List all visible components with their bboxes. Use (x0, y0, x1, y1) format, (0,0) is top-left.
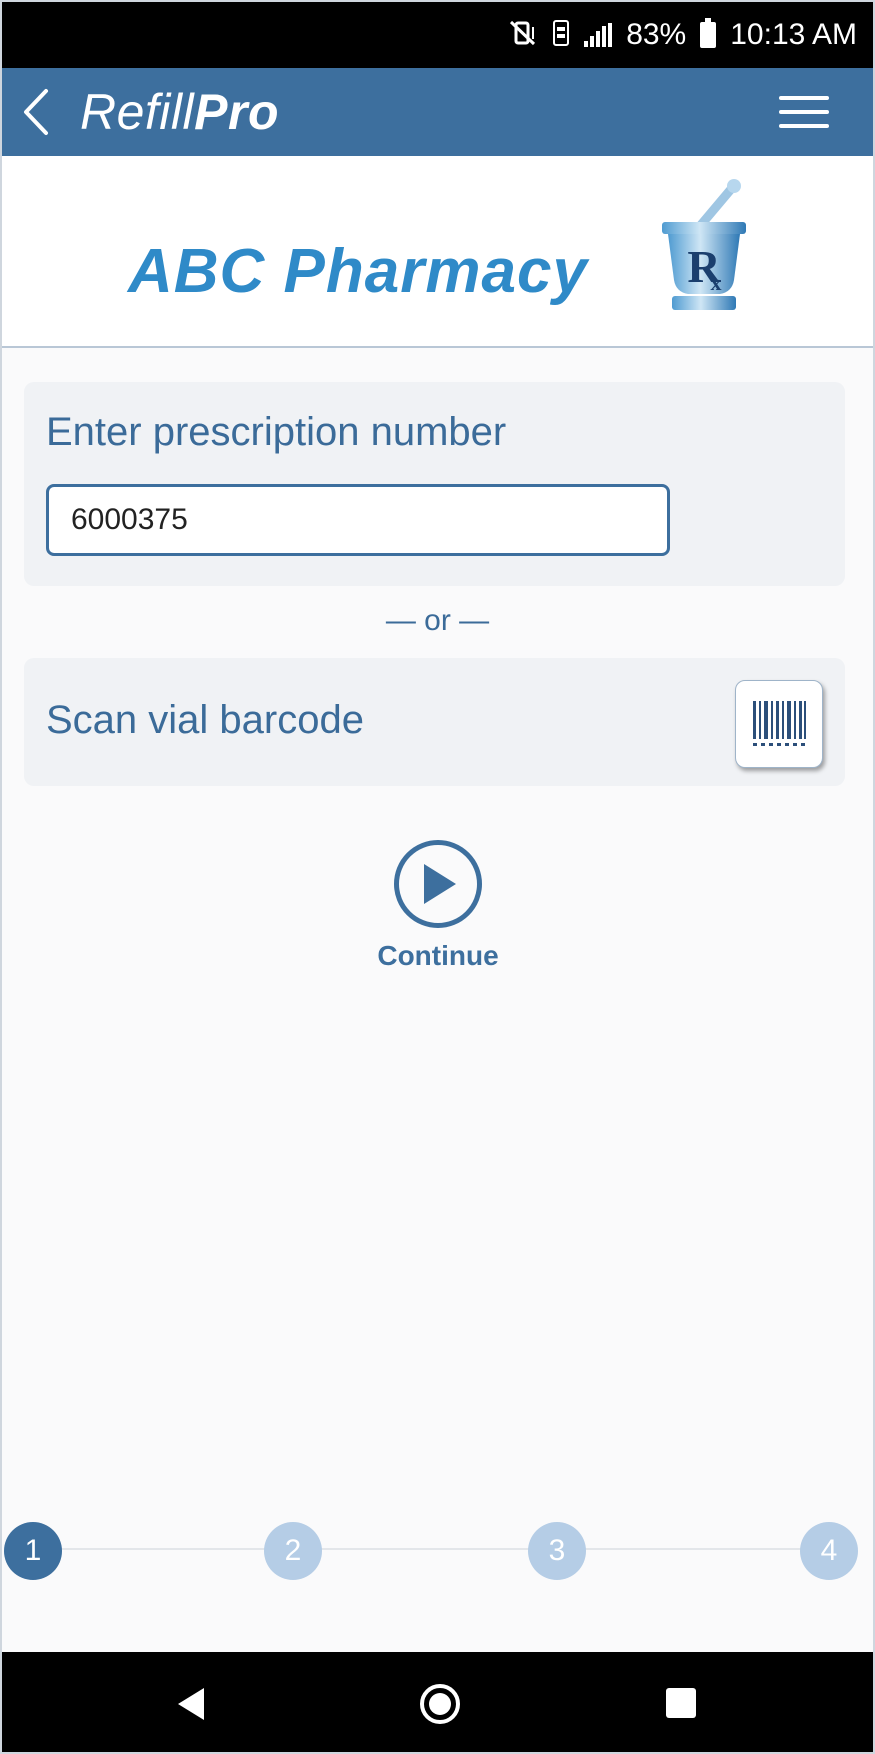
system-nav-bar (2, 1652, 873, 1752)
step-1: 1 (4, 1522, 62, 1580)
step-3: 3 (528, 1522, 586, 1580)
pharmacy-name: ABC Pharmacy (128, 237, 588, 306)
step-2: 2 (264, 1522, 322, 1580)
continue-button[interactable]: Continue (368, 840, 508, 980)
mute-vibrate-icon (508, 19, 538, 51)
status-bar: 83% 10:13 AM (2, 2, 873, 68)
scan-card[interactable]: Scan vial barcode (24, 658, 845, 786)
scan-barcode-button[interactable] (735, 680, 823, 768)
play-circle-icon (394, 840, 482, 928)
battery-icon (700, 18, 717, 48)
nfc-icon (552, 19, 570, 51)
signal-icon (584, 23, 613, 47)
nav-home-icon[interactable] (420, 1684, 460, 1724)
scan-title: Scan vial barcode (46, 698, 364, 742)
app-title-bold: Pro (194, 84, 279, 140)
app-title: RefillPro (80, 83, 279, 141)
step-4: 4 (800, 1522, 858, 1580)
stepper-track (32, 1548, 832, 1550)
mortar-pestle-rx-icon: R x (662, 179, 746, 310)
barcode-icon (753, 701, 806, 746)
or-divider: — or — (385, 604, 490, 637)
prescription-card: Enter prescription number (24, 382, 845, 586)
app-header: RefillPro (2, 68, 873, 156)
svg-text:x: x (711, 270, 722, 295)
app-title-light: Refill (80, 84, 195, 140)
continue-label: Continue (377, 940, 499, 971)
hamburger-menu-icon[interactable] (779, 90, 829, 134)
prescription-title: Enter prescription number (46, 410, 507, 454)
chevron-left-icon (24, 89, 48, 135)
nav-recent-apps-icon[interactable] (666, 1688, 696, 1718)
nav-back-icon[interactable] (174, 1686, 210, 1722)
clock: 10:13 AM (730, 18, 857, 51)
phone-screen: 83% 10:13 AM RefillPro ABC Pharmacy R x … (0, 0, 875, 1754)
back-button[interactable] (6, 68, 66, 156)
battery-percent: 83% (626, 18, 687, 51)
pharmacy-logo-banner: ABC Pharmacy R x (2, 156, 873, 348)
prescription-number-input[interactable] (46, 484, 670, 556)
